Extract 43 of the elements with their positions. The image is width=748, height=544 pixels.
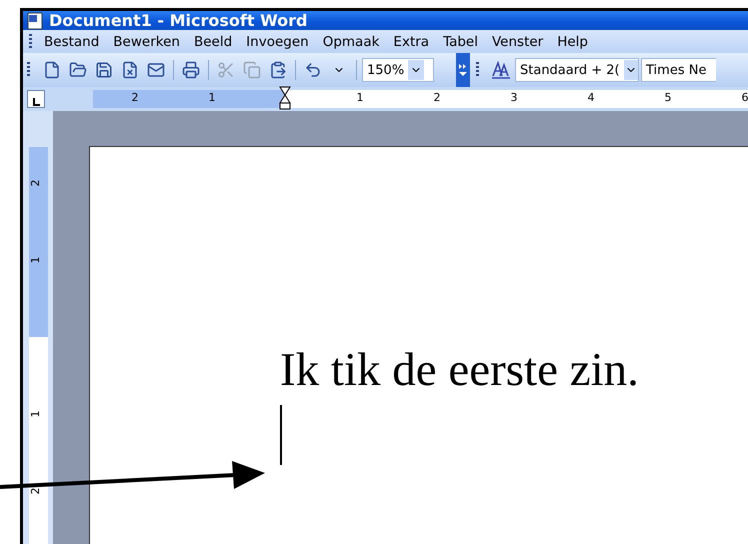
ruler-number: 2 [132,91,138,104]
menu-item[interactable]: Venster [488,34,554,50]
ruler-number: 2 [29,180,42,186]
toolbar-overflow-button[interactable] [456,53,470,88]
window-title: Document1 - Microsoft Word [49,11,308,30]
ruler-number: 5 [664,91,672,104]
menu-item[interactable]: Invoegen [242,34,319,50]
tab-stop-button[interactable] [27,90,45,108]
document-icon [27,12,43,30]
ruler-number: 1 [29,256,42,264]
undo-icon [304,61,322,80]
menu-item[interactable]: Tabel [439,34,488,50]
double-chevron-icon [458,63,468,78]
copy-icon [243,61,261,80]
menu-item[interactable]: Beeld [190,34,242,50]
font-combo[interactable]: Times Ne [641,58,716,82]
scissors-icon [217,61,235,80]
text-cursor [280,405,282,465]
ruler-number: 1 [208,91,216,104]
ruler-number: 1 [356,91,364,104]
menu-item[interactable]: Extra [389,34,440,50]
ruler-number: 4 [588,91,594,104]
folder-icon [69,61,87,80]
style-combo[interactable]: Standaard + 2( [515,58,639,82]
ruler-number: 6 [742,91,748,104]
mail-icon [147,61,165,80]
printer-icon [182,61,200,80]
new-document-icon [43,61,61,80]
menu-item[interactable]: Opmaak [318,34,390,50]
ruler-number: 2 [29,488,42,494]
document-text: Ik tik de eerste zin. [280,343,640,397]
zoom-combo[interactable]: 150% [362,58,434,82]
ruler-number: 2 [434,91,440,104]
menu-item[interactable]: Bewerken [109,34,190,50]
clipboard-icon [269,61,287,80]
ruler-number: 1 [29,410,42,418]
ruler-number: 3 [510,91,518,104]
menu-item[interactable]: Help [553,34,598,50]
corner-icon [31,97,41,108]
styles-icon[interactable] [491,61,511,80]
document-x-icon [121,61,139,80]
save-icon [95,61,113,80]
menu-item[interactable]: Bestand [40,34,110,50]
